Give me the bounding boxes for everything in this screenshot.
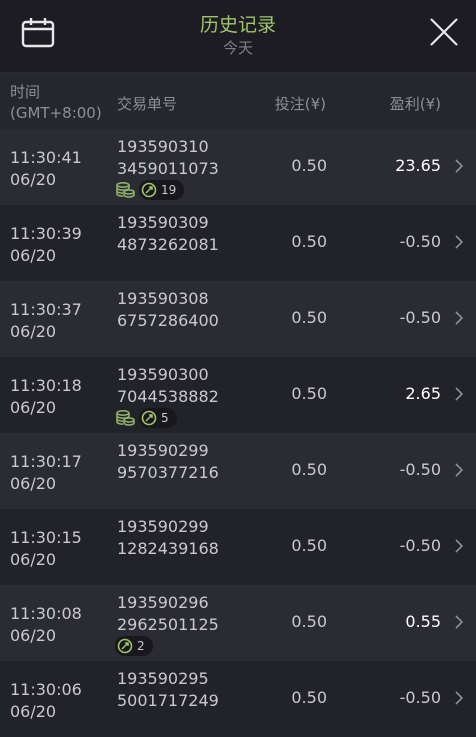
count-badge: 2 (115, 636, 153, 656)
coin-stack-icon (115, 409, 135, 427)
column-order-header: 交易单号 (117, 95, 178, 113)
row-bet: 0.50 (291, 688, 327, 707)
row-bet: 0.50 (291, 384, 327, 403)
chevron-right-icon[interactable] (454, 158, 464, 174)
chevron-right-icon[interactable] (454, 614, 464, 630)
table-header: 时间 (GMT+8:00) 交易单号 投注(¥) 盈利(¥) (0, 78, 476, 129)
chevron-right-icon[interactable] (454, 690, 464, 706)
row-bet: 0.50 (291, 156, 327, 175)
row-time: 11:30:18 06/20 (10, 376, 82, 417)
row-badges: 2 (115, 636, 153, 656)
header-bar: 历史记录 今天 (0, 0, 476, 72)
row-time: 11:30:08 06/20 (10, 604, 82, 645)
row-profit: -0.50 (399, 688, 441, 707)
count-badge: 19 (139, 180, 185, 200)
row-badges: 19 (115, 180, 185, 200)
chevron-right-icon[interactable] (454, 234, 464, 250)
date-filter-label: 今天 (222, 39, 253, 57)
row-bet: 0.50 (291, 612, 327, 631)
count-badge: 5 (139, 408, 177, 428)
column-profit-header: 盈利(¥) (389, 95, 441, 113)
table-row[interactable]: 11:30:08 06/20 193590296 2962501125 2 0.50 0.5… (0, 585, 476, 661)
table-row[interactable]: 11:30:15 06/20 193590299 1282439168 0.50 -0.5… (0, 509, 476, 585)
table-row[interactable]: 11:30:37 06/20 193590308 6757286400 0.50 -0.5… (0, 281, 476, 357)
row-time: 11:30:41 06/20 (10, 148, 82, 189)
row-order-number: 193590295 5001717249 (117, 669, 219, 710)
chevron-right-icon[interactable] (454, 386, 464, 402)
table-row[interactable]: 11:30:06 06/20 193590295 5001717249 0.50 -0.5… (0, 661, 476, 737)
row-order-number: 193590308 6757286400 (117, 289, 219, 330)
row-order-number: 193590299 1282439168 (117, 517, 219, 558)
ball-icon (141, 410, 157, 426)
column-time-header: 时间 (GMT+8:00) (10, 83, 102, 122)
row-bet: 0.50 (291, 536, 327, 555)
table-row[interactable]: 11:30:17 06/20 193590299 9570377216 0.50 -0.5… (0, 433, 476, 509)
row-time: 11:30:17 06/20 (10, 452, 82, 493)
row-order-number: 193590296 2962501125 (117, 593, 219, 634)
count-value: 19 (161, 183, 177, 197)
row-time: 11:30:15 06/20 (10, 528, 82, 569)
row-profit: -0.50 (399, 536, 441, 555)
close-icon[interactable] (428, 16, 460, 48)
ball-icon (117, 638, 133, 654)
row-profit: -0.50 (399, 308, 441, 327)
page-title: 历史记录 (199, 14, 276, 36)
row-profit: 23.65 (395, 156, 441, 175)
row-bet: 0.50 (291, 308, 327, 327)
row-time: 11:30:37 06/20 (10, 300, 82, 341)
history-list: 11:30:41 06/20 193590310 3459011073 19 0.50 23… (0, 129, 476, 737)
row-profit: -0.50 (399, 232, 441, 251)
coin-stack-icon (115, 181, 135, 199)
chevron-right-icon[interactable] (454, 538, 464, 554)
table-row[interactable]: 11:30:39 06/20 193590309 4873262081 0.50 -0.5… (0, 205, 476, 281)
row-order-number: 193590309 4873262081 (117, 213, 219, 254)
chevron-right-icon[interactable] (454, 310, 464, 326)
row-order-number: 193590300 7044538882 (117, 365, 219, 406)
chevron-right-icon[interactable] (454, 462, 464, 478)
ball-icon (141, 182, 157, 198)
count-value: 2 (137, 639, 145, 653)
row-order-number: 193590310 3459011073 (117, 137, 219, 178)
count-value: 5 (161, 411, 169, 425)
row-badges: 5 (115, 408, 177, 428)
row-bet: 0.50 (291, 232, 327, 251)
table-row[interactable]: 11:30:41 06/20 193590310 3459011073 19 0.50 23… (0, 129, 476, 205)
row-profit: -0.50 (399, 460, 441, 479)
row-profit: 2.65 (405, 384, 441, 403)
column-bet-header: 投注(¥) (274, 95, 326, 113)
row-order-number: 193590299 9570377216 (117, 441, 219, 482)
row-profit: 0.55 (405, 612, 441, 631)
table-row[interactable]: 11:30:18 06/20 193590300 7044538882 5 0.50 2.6… (0, 357, 476, 433)
row-time: 11:30:39 06/20 (10, 224, 82, 265)
row-time: 11:30:06 06/20 (10, 680, 82, 721)
row-bet: 0.50 (291, 460, 327, 479)
